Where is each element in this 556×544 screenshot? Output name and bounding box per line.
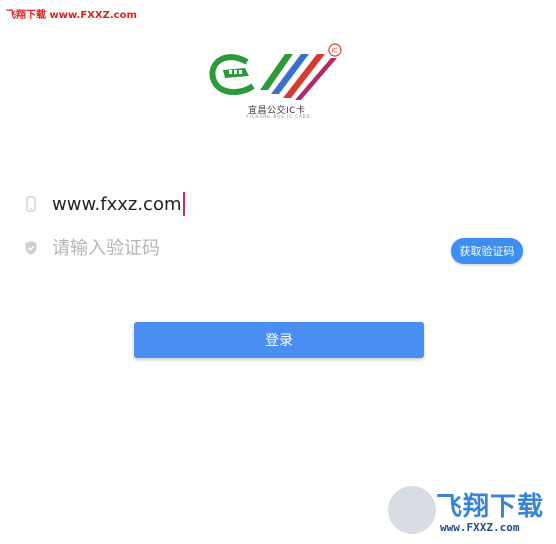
logo-ic-badge: IC xyxy=(332,48,338,55)
login-button[interactable]: 登录 xyxy=(134,322,424,358)
get-code-button[interactable]: 获取验证码 xyxy=(451,238,523,264)
badge-url: www.FXXZ.com xyxy=(440,521,520,534)
phone-row: www.fxxz.com xyxy=(24,188,534,220)
verification-row: 获取验证码 xyxy=(24,232,534,264)
verification-code-input[interactable] xyxy=(52,234,432,262)
badge-title: 飞翔下载 xyxy=(436,492,545,522)
site-badge: 飞翔下载 www.FXXZ.com xyxy=(388,486,544,538)
logo-subtitle: YICHANG BUS IC CARD xyxy=(246,114,311,119)
phone-input[interactable]: www.fxxz.com xyxy=(52,191,185,217)
phone-icon xyxy=(26,196,36,212)
shield-icon xyxy=(25,241,37,255)
watermark-text: 飞翔下载 www.FXXZ.com xyxy=(6,10,137,21)
phone-input-value: www.fxxz.com xyxy=(52,193,182,215)
text-caret xyxy=(182,192,185,216)
badge-logo-icon xyxy=(388,486,436,534)
